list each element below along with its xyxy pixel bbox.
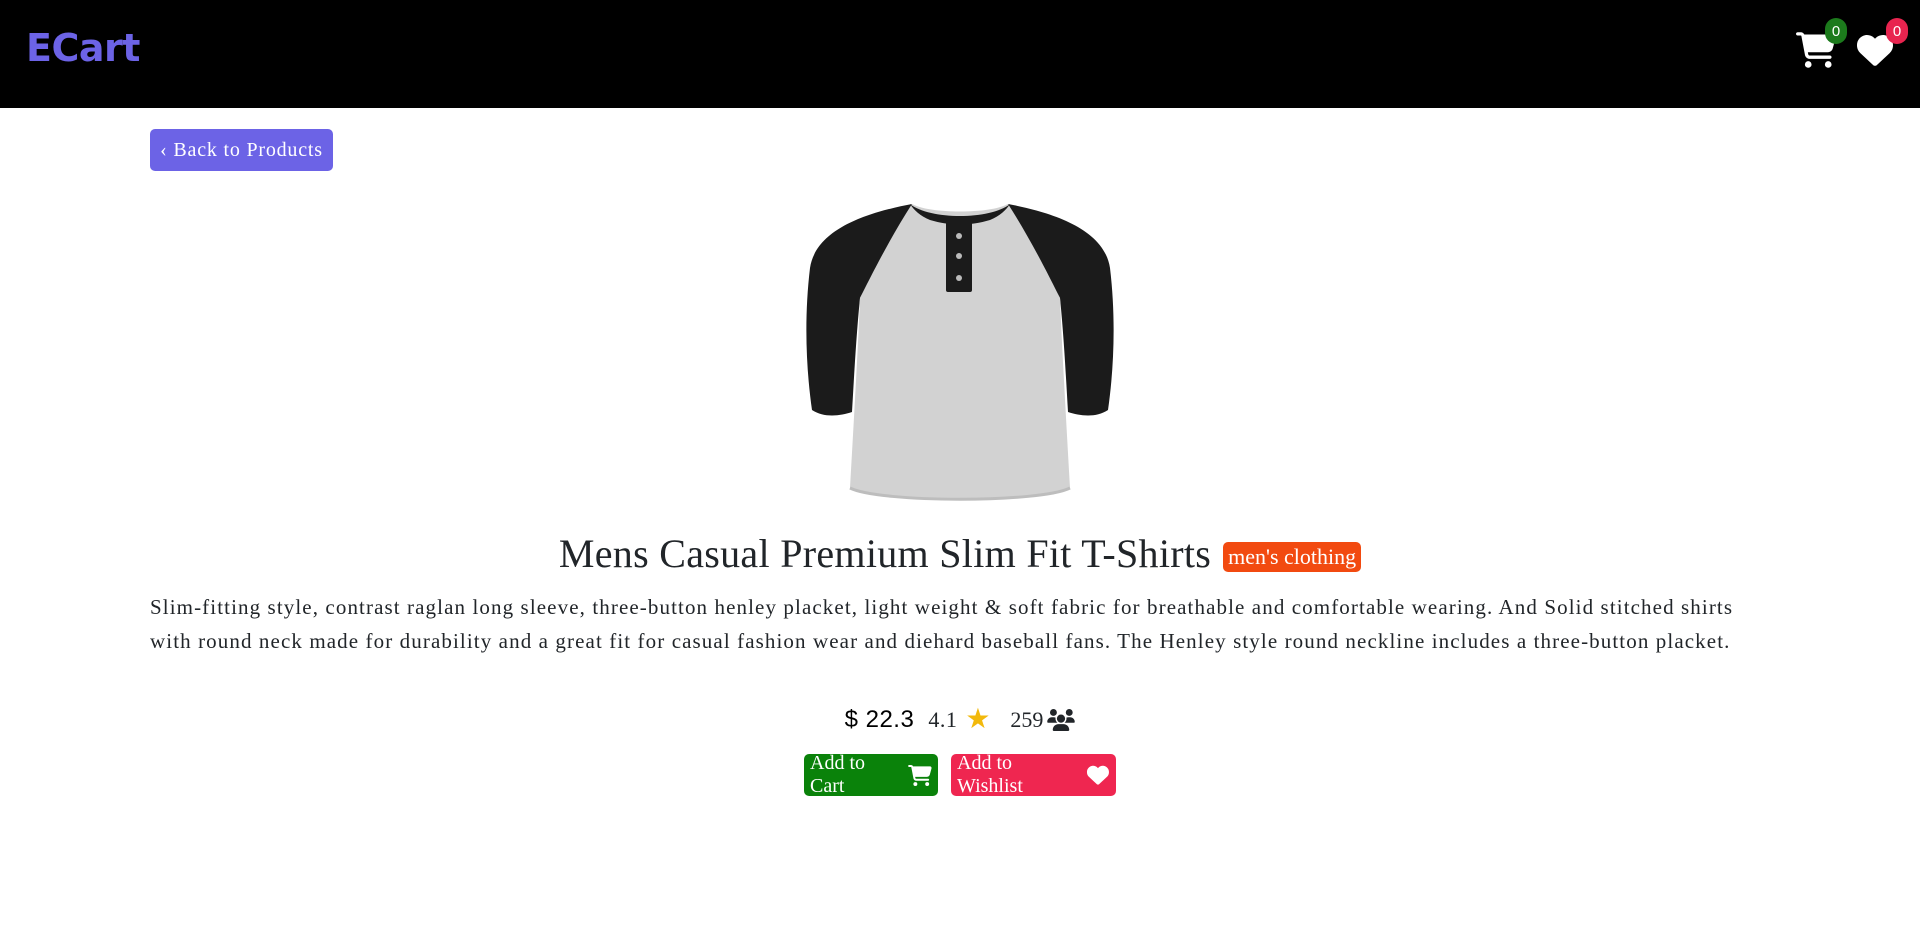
cart-nav-button[interactable]: 0 — [1796, 18, 1847, 76]
heart-icon — [1087, 765, 1110, 785]
wishlist-count-badge: 0 — [1886, 18, 1908, 44]
navbar: ECart 0 0 — [0, 0, 1920, 108]
product-title-row: Mens Casual Premium Slim Fit T-Shirts me… — [0, 530, 1920, 577]
add-to-wishlist-button[interactable]: Add to Wishlist — [951, 752, 1116, 797]
star-icon: ★ — [965, 704, 991, 735]
product-rating: 4.1 — [928, 707, 958, 732]
brand-logo[interactable]: ECart — [26, 26, 140, 70]
add-to-cart-button[interactable]: Add to Cart — [804, 752, 938, 797]
wishlist-nav-button[interactable]: 0 — [1856, 18, 1908, 76]
back-to-products-button[interactable]: ‹ Back to Products — [150, 129, 333, 171]
product-title: Mens Casual Premium Slim Fit T-Shirts — [558, 531, 1212, 576]
product-price: $ 22.3 — [844, 706, 915, 733]
add-to-wishlist-label: Add to Wishlist — [957, 752, 1023, 797]
users-icon — [1047, 709, 1076, 731]
cart-icon — [908, 764, 932, 786]
category-badge: men's clothing — [1223, 541, 1362, 572]
add-to-cart-label: Add to Cart — [810, 752, 865, 797]
product-meta: $ 22.3 4.1 ★ 259 — [0, 706, 1920, 734]
rating-count: 259 — [1010, 707, 1044, 732]
cart-count-badge: 0 — [1825, 18, 1847, 44]
product-description: Slim-fitting style, contrast raglan long… — [150, 595, 1734, 653]
product-actions: Add to Cart Add to Wishlist — [0, 752, 1920, 797]
product-image — [806, 204, 1114, 501]
